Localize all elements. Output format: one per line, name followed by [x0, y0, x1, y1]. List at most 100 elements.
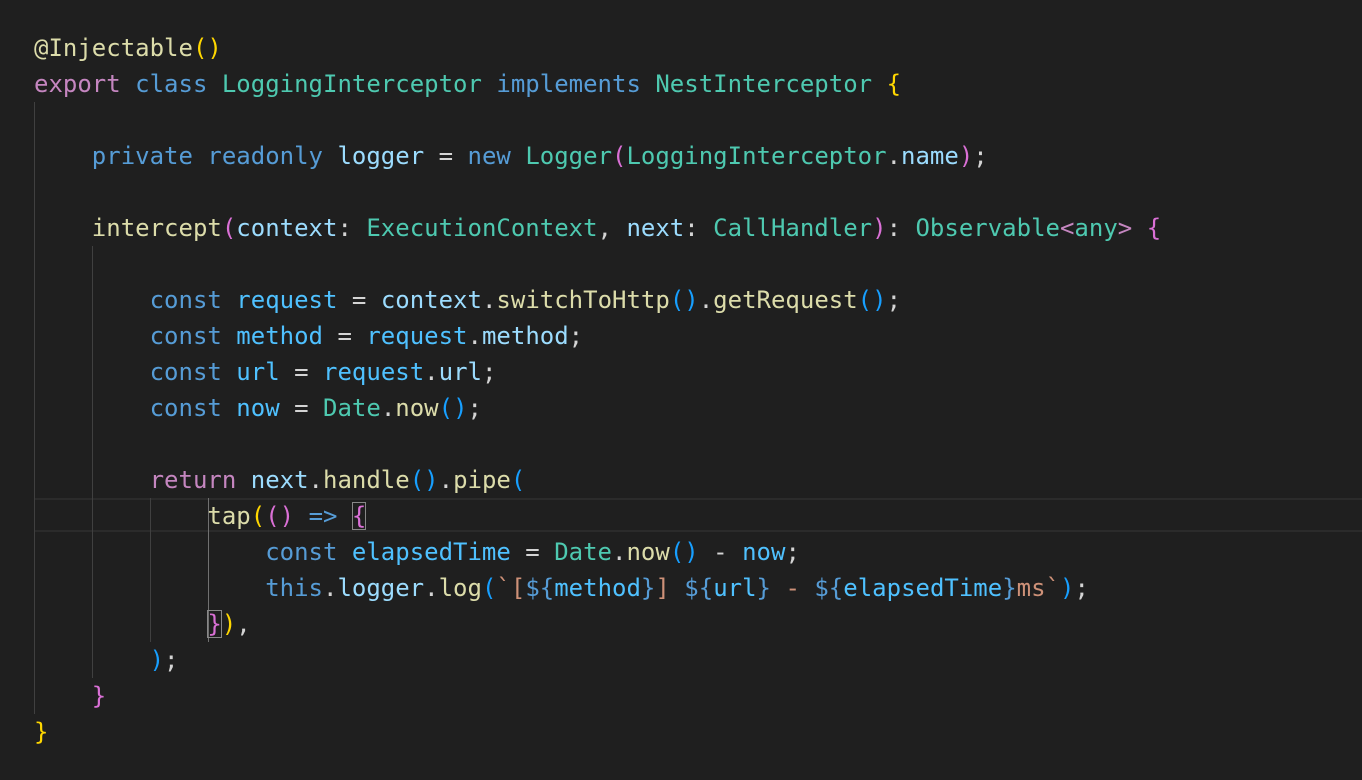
- code-line[interactable]: }),: [34, 606, 251, 642]
- code-token: getRequest: [713, 286, 858, 314]
- code-token: method: [481, 322, 569, 350]
- code-token: ;: [164, 646, 179, 674]
- code-token: (: [612, 142, 627, 170]
- code-line[interactable]: const request = context.switchToHttp().g…: [34, 282, 901, 318]
- code-token: ): [872, 214, 887, 242]
- code-token: ]: [655, 574, 685, 602]
- code-token: CallHandler: [713, 214, 873, 242]
- code-line[interactable]: @Injectable(): [34, 30, 222, 66]
- code-line[interactable]: const now = Date.now();: [34, 390, 482, 426]
- code-token: (: [510, 466, 526, 494]
- code-token: =: [337, 286, 381, 314]
- code-token: .: [438, 466, 454, 494]
- code-token: }: [91, 682, 107, 710]
- code-token: elapsedTime: [843, 574, 1003, 602]
- code-line[interactable]: return next.handle().pipe(: [34, 462, 526, 498]
- code-line[interactable]: this.logger.log(`[${method}] ${url} - ${…: [34, 570, 1089, 606]
- code-line[interactable]: tap(() => {: [34, 498, 367, 534]
- code-token: method: [236, 322, 323, 350]
- code-token: =: [323, 322, 367, 350]
- code-token: .: [380, 394, 396, 422]
- code-token: .: [467, 322, 482, 350]
- code-token: ${: [684, 574, 714, 602]
- code-token: ms`: [1016, 574, 1061, 602]
- code-token: ,: [597, 214, 627, 242]
- code-token: now: [236, 394, 280, 422]
- code-token: .: [308, 466, 323, 494]
- code-token: }: [34, 718, 49, 746]
- code-token: =: [279, 394, 324, 422]
- code-token: (: [481, 574, 497, 602]
- code-line[interactable]: const elapsedTime = Date.now() - now;: [34, 534, 800, 570]
- code-token: new: [467, 142, 511, 170]
- code-token: :: [337, 214, 367, 242]
- code-line[interactable]: export class LoggingInterceptor implemen…: [34, 66, 901, 102]
- code-token: const: [149, 286, 222, 314]
- code-line[interactable]: );: [34, 642, 179, 678]
- code-token: context: [236, 214, 338, 242]
- code-token: ;: [481, 358, 497, 386]
- code-token: (: [221, 214, 237, 242]
- code-token: `[: [496, 574, 526, 602]
- code-token: NestInterceptor: [655, 70, 873, 98]
- code-token: ;: [785, 538, 800, 566]
- code-token: readonly: [207, 142, 323, 170]
- code-token: request: [366, 322, 468, 350]
- code-token: .: [322, 574, 338, 602]
- code-token: url: [713, 574, 757, 602]
- code-token: const: [149, 358, 222, 386]
- code-line[interactable]: intercept(context: ExecutionContext, nex…: [34, 210, 1161, 246]
- code-token: .: [424, 574, 439, 602]
- code-token: url: [236, 358, 280, 386]
- code-token: @: [34, 34, 49, 62]
- code-token: ): [958, 142, 974, 170]
- code-token: Injectable: [48, 34, 193, 62]
- code-token: request: [236, 286, 338, 314]
- code-line[interactable]: }: [34, 678, 106, 714]
- code-token: :: [684, 214, 714, 242]
- code-line[interactable]: }: [34, 714, 48, 750]
- code-token: LoggingInterceptor: [626, 142, 887, 170]
- code-token: (: [250, 502, 266, 530]
- code-token: =: [279, 358, 324, 386]
- code-token: (): [438, 394, 468, 422]
- code-token: =: [510, 538, 555, 566]
- code-token: .: [481, 286, 497, 314]
- code-token: log: [438, 574, 482, 602]
- code-editor[interactable]: @Injectable() export class LoggingInterce…: [0, 0, 1362, 780]
- code-token: (): [669, 286, 699, 314]
- code-token: -: [771, 574, 815, 602]
- code-token: (): [409, 466, 439, 494]
- code-token: ): [149, 646, 165, 674]
- code-token: Date: [554, 538, 612, 566]
- code-token: LoggingInterceptor: [221, 70, 482, 98]
- code-token: }: [640, 574, 656, 602]
- code-token: request: [323, 358, 425, 386]
- code-token: method: [554, 574, 641, 602]
- code-line[interactable]: const url = request.url;: [34, 354, 497, 390]
- code-token: export: [34, 70, 121, 98]
- code-token: (): [265, 502, 295, 530]
- code-token: .: [424, 358, 439, 386]
- code-token: name: [901, 142, 959, 170]
- code-token: =: [424, 142, 468, 170]
- code-line[interactable]: private readonly logger = new Logger(Log…: [34, 138, 988, 174]
- code-token: return: [149, 466, 237, 494]
- code-token: tap: [207, 502, 251, 530]
- code-line[interactable]: const method = request.method;: [34, 318, 584, 354]
